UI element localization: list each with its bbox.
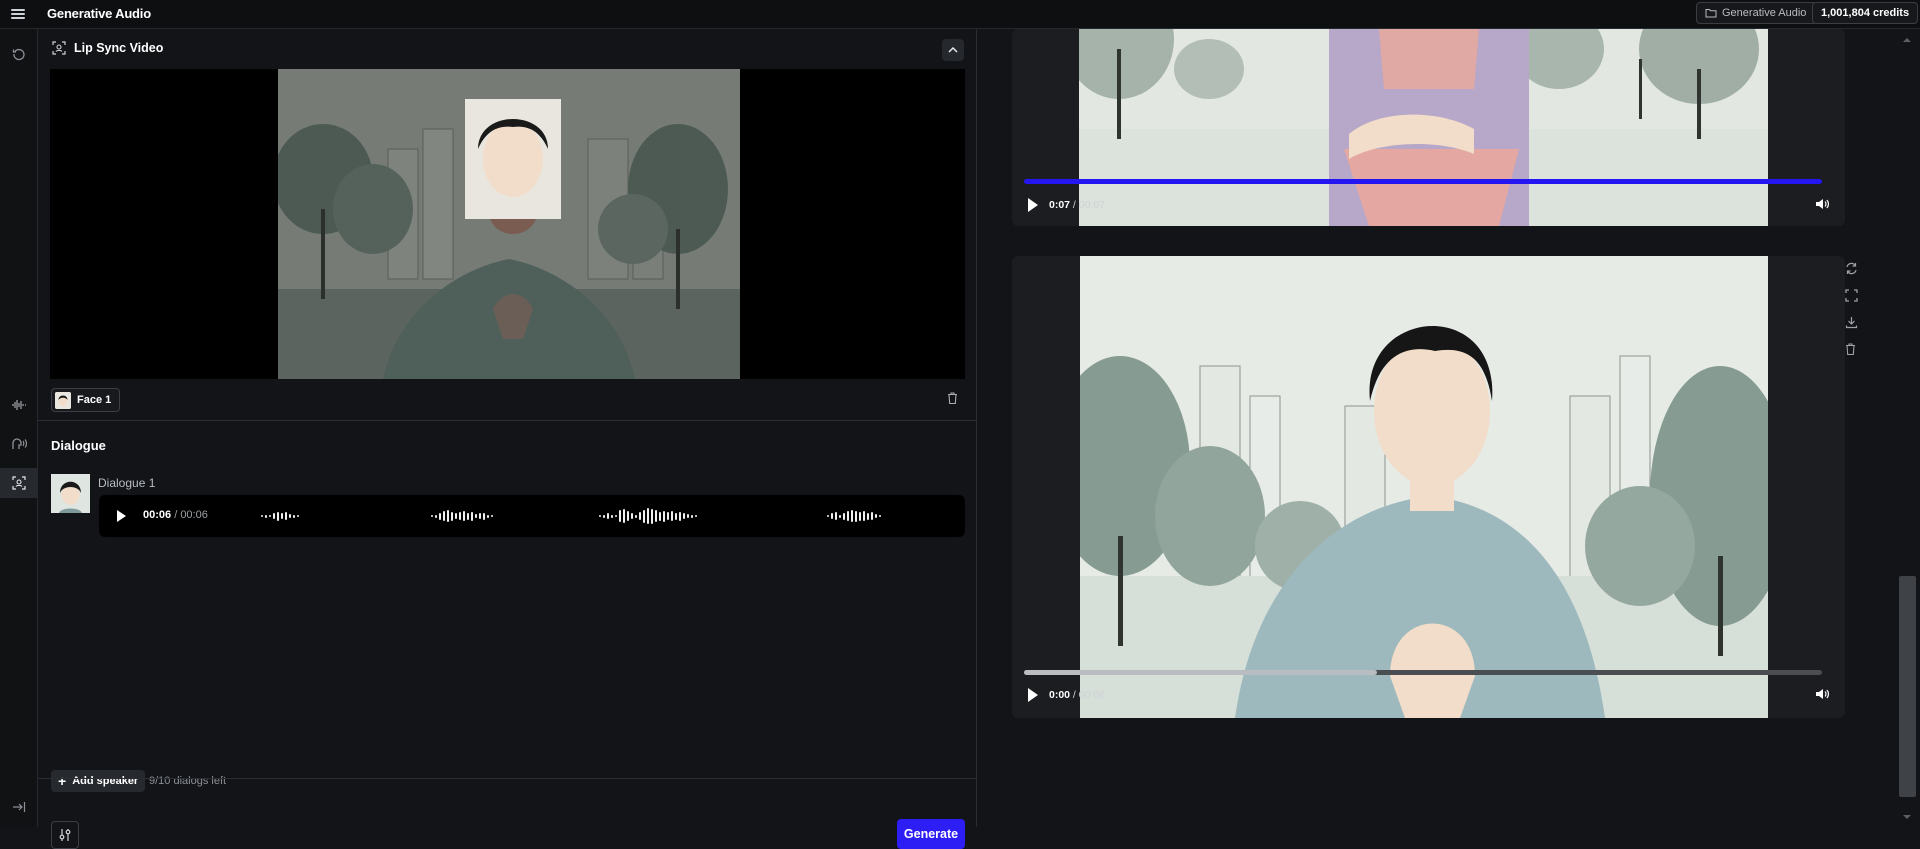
result-current: 0:00 xyxy=(1049,689,1071,701)
audio-current: 00:06 xyxy=(143,509,172,521)
play-icon[interactable] xyxy=(117,510,126,522)
sliders-icon xyxy=(59,829,71,841)
source-video-frame xyxy=(278,69,740,379)
face-chip[interactable]: Face 1 xyxy=(51,388,121,412)
volume-icon[interactable] xyxy=(1815,197,1829,211)
play-icon[interactable] xyxy=(1028,198,1038,212)
collapse-sidebar-icon[interactable] xyxy=(0,792,37,822)
delete-icon[interactable] xyxy=(1845,343,1856,355)
source-video[interactable] xyxy=(50,69,965,379)
lipsync-icon xyxy=(52,41,66,55)
waveform-segment xyxy=(599,501,697,531)
scrollbar-thumb[interactable] xyxy=(1899,576,1916,797)
result-separator: / xyxy=(1070,199,1079,211)
generate-button[interactable]: Generate xyxy=(897,819,965,849)
result-video-1-frame xyxy=(1079,29,1768,226)
volume-icon[interactable] xyxy=(1815,687,1829,701)
section-title: Lip Sync Video xyxy=(74,41,164,55)
project-label: Generative Audio xyxy=(1722,7,1807,19)
audio-player: 00:06 / 00:06 xyxy=(99,495,965,537)
scrollbar[interactable] xyxy=(1898,29,1920,827)
settings-button[interactable] xyxy=(51,821,79,849)
regenerate-icon[interactable] xyxy=(1845,262,1858,275)
lipsync-icon[interactable] xyxy=(0,468,37,498)
history-icon[interactable] xyxy=(0,39,37,69)
add-speaker-button[interactable]: + Add speaker xyxy=(51,770,146,792)
dialogue-name: Dialogue 1 xyxy=(98,476,156,490)
waveform-segment xyxy=(431,501,493,531)
top-bar: Generative Audio Generative Audio 1,001,… xyxy=(0,0,1920,29)
project-button[interactable]: Generative Audio xyxy=(1696,2,1818,24)
play-icon[interactable] xyxy=(1028,688,1038,702)
result-video-1[interactable]: 0:07 / 00:07 xyxy=(1012,29,1845,226)
fullscreen-icon[interactable] xyxy=(1845,289,1858,302)
section-header: Lip Sync Video xyxy=(52,41,163,55)
face-label: Face 1 xyxy=(77,394,112,406)
divider xyxy=(38,420,977,421)
result-video-2-frame xyxy=(1080,256,1768,718)
plus-icon: + xyxy=(58,773,67,789)
lipsync-panel: Lip Sync Video Face 1 Dialogue Dialogue … xyxy=(38,29,977,849)
result-time: 0:07 / 00:07 xyxy=(1049,199,1105,211)
result-time: 0:00 / 00:06 xyxy=(1049,689,1105,701)
scroll-down-icon[interactable] xyxy=(1902,814,1912,820)
dialogue-title: Dialogue xyxy=(51,438,106,453)
app-title: Generative Audio xyxy=(47,6,151,21)
result-buffered-bar xyxy=(1024,670,1377,675)
waveform-segment xyxy=(261,501,299,531)
audio-separator: / xyxy=(171,509,181,521)
chevron-up-icon xyxy=(948,47,958,53)
result-duration: 00:06 xyxy=(1078,689,1106,701)
waveform-icon[interactable] xyxy=(0,390,37,420)
collapse-button[interactable] xyxy=(942,39,964,61)
result-progress-bar[interactable] xyxy=(1024,179,1822,184)
trash-icon[interactable] xyxy=(947,392,958,407)
scroll-up-icon[interactable] xyxy=(1902,37,1912,43)
results-panel: 0:07 / 00:07 0:00 / 00:06 xyxy=(977,29,1920,827)
audio-time: 00:06 / 00:06 xyxy=(143,509,208,521)
result-separator: / xyxy=(1070,689,1079,701)
download-icon[interactable] xyxy=(1845,316,1858,329)
result-current: 0:07 xyxy=(1049,199,1071,211)
divider xyxy=(38,778,977,779)
credits-badge[interactable]: 1,001,804 credits xyxy=(1812,2,1919,24)
dialogs-left: 9/10 dialogs left xyxy=(149,775,227,787)
audio-duration: 00:06 xyxy=(180,509,208,521)
menu-icon[interactable] xyxy=(11,7,25,21)
waveform-segment xyxy=(827,501,881,531)
avatar[interactable] xyxy=(51,474,90,513)
result-duration: 00:07 xyxy=(1078,199,1106,211)
left-rail xyxy=(0,29,38,827)
face-thumbnail xyxy=(55,391,71,409)
folder-icon xyxy=(1705,9,1717,18)
result-video-2[interactable]: 0:00 / 00:06 xyxy=(1012,256,1845,718)
add-speaker-label: Add speaker xyxy=(72,775,139,787)
voice-icon[interactable] xyxy=(0,429,37,459)
